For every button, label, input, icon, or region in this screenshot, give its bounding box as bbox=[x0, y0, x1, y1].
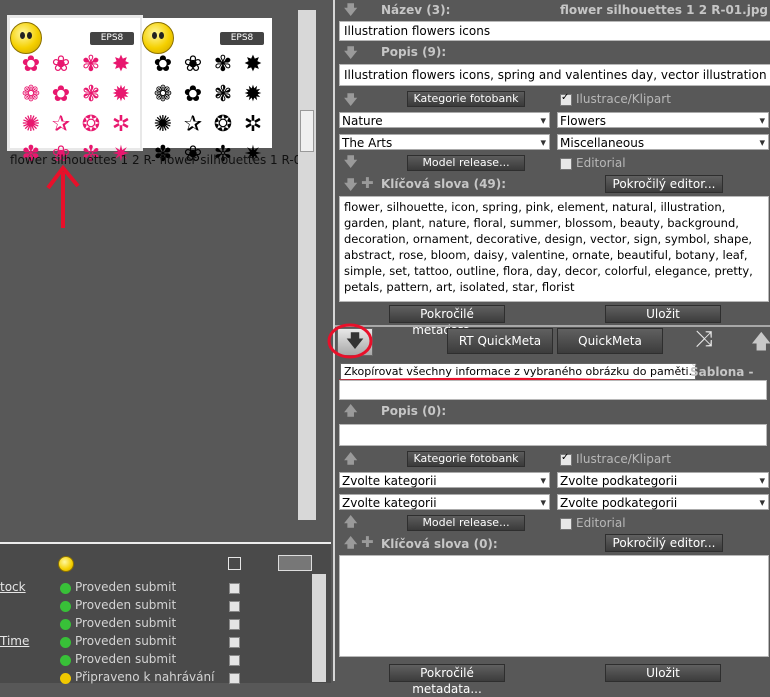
quickmeta-button[interactable]: QuickMeta bbox=[557, 328, 663, 354]
template-category-1-select[interactable]: Zvolte kategorii bbox=[339, 472, 550, 489]
template-model-release-button[interactable]: Model release... bbox=[407, 515, 525, 531]
list-item-status: Proveden submit bbox=[75, 616, 177, 630]
template-category-2-select[interactable]: Zvolte kategorii bbox=[339, 494, 550, 511]
template-editorial-label: Editorial bbox=[576, 516, 626, 530]
template-keywords-label: Klíčová slova (0): bbox=[381, 537, 498, 551]
thumbnail-1[interactable]: EPS8 ✿ ❀ ✾ ✸ ❁ ✿ ❃ ✹ ✺ ✰ ❂ ✲ ✽ ❀ ✼ ✷ bbox=[7, 15, 143, 166]
advanced-metadata-button[interactable]: Pokročilé metadata... bbox=[389, 305, 505, 337]
status-smiley-icon bbox=[58, 556, 74, 572]
title-field[interactable]: Illustration flowers icons bbox=[339, 21, 770, 41]
thumbnail-browser: EPS8 ✿ ❀ ✾ ✸ ❁ ✿ ❃ ✹ ✺ ✰ ❂ ✲ ✽ ❀ ✼ ✷ EPS8 ✿ ❀ ✾ ✸ ❁ ✿ ❃ ✹ … bbox=[0, 0, 331, 538]
arrow-down-icon[interactable]: 🡇 bbox=[344, 44, 357, 66]
status-dot-icon bbox=[60, 673, 71, 684]
subcategory-2-select[interactable]: Miscellaneous bbox=[557, 134, 769, 151]
keywords-label: Klíčová slova (49): bbox=[381, 177, 507, 191]
subcategory-1-select[interactable]: Flowers bbox=[557, 112, 769, 129]
scrollbar-thumb[interactable] bbox=[300, 110, 314, 152]
eps-badge: EPS8 bbox=[90, 32, 134, 45]
template-description-label: Popis (0): bbox=[381, 404, 447, 418]
template-illustration-checkbox[interactable] bbox=[560, 452, 572, 466]
title-label: Název (3): bbox=[381, 3, 451, 17]
list-item-checkbox[interactable] bbox=[229, 583, 240, 594]
list-item-checkbox[interactable] bbox=[229, 637, 240, 648]
editorial-checkbox[interactable] bbox=[560, 158, 572, 170]
save-button[interactable]: Uložit bbox=[605, 305, 721, 323]
status-dot-icon bbox=[60, 655, 71, 666]
description-label: Popis (9): bbox=[381, 45, 447, 59]
model-release-button[interactable]: Model release... bbox=[407, 155, 525, 171]
arrow-down-icon[interactable]: 🡇 bbox=[344, 1, 357, 23]
plus-icon[interactable]: ✚ bbox=[361, 533, 374, 551]
list-item[interactable]: Proveden submit bbox=[0, 616, 310, 634]
category-1-select[interactable]: Nature bbox=[339, 112, 550, 129]
description-field[interactable]: Illustration flowers icons, spring and v… bbox=[339, 64, 770, 86]
list-item-status: Proveden submit bbox=[75, 598, 177, 612]
list-item-status: Proveden submit bbox=[75, 652, 177, 666]
arrow-up-icon[interactable]: 🡅 bbox=[344, 450, 357, 472]
list-item-checkbox[interactable] bbox=[229, 673, 240, 684]
metadata-editor: 🡇 Název (3): flower silhouettes 1 2 R-01… bbox=[327, 0, 770, 696]
list-item[interactable]: Proveden submit bbox=[0, 598, 310, 616]
status-dot-icon bbox=[60, 601, 71, 612]
select-all-checkbox[interactable] bbox=[228, 557, 241, 570]
keywords-textarea[interactable]: flower, silhouette, icon, spring, pink, … bbox=[339, 196, 769, 302]
list-item[interactable]: tock Proveden submit bbox=[0, 580, 310, 598]
list-item-status: Připraveno k nahrávání bbox=[75, 670, 215, 684]
template-subcategory-2-select[interactable]: Zvolte podkategorii bbox=[557, 494, 769, 511]
upload-status-list: tock Proveden submit Proveden submit Pro… bbox=[0, 542, 331, 684]
arrow-up-icon[interactable]: 🡅 bbox=[344, 402, 357, 424]
status-dot-icon bbox=[60, 619, 71, 630]
arrow-up-icon[interactable]: 🡅 bbox=[344, 534, 357, 556]
template-stock-categories-button[interactable]: Kategorie fotobank bbox=[407, 451, 525, 467]
template-advanced-metadata-button[interactable]: Pokročilé metadata... bbox=[389, 664, 505, 696]
rt-quickmeta-button[interactable]: RT QuickMeta bbox=[447, 328, 553, 354]
advanced-editor-button[interactable]: Pokročilý editor... bbox=[605, 175, 723, 193]
list-item[interactable]: Time Proveden submit bbox=[0, 634, 310, 652]
editorial-label: Editorial bbox=[576, 156, 626, 170]
illustration-checkbox[interactable] bbox=[560, 92, 572, 106]
list-item-name[interactable]: tock bbox=[0, 580, 26, 594]
template-editorial-checkbox[interactable] bbox=[560, 518, 572, 530]
eps-badge: EPS8 bbox=[220, 32, 264, 45]
status-dot-icon bbox=[60, 583, 71, 594]
arrow-up-icon[interactable]: 🡅 bbox=[344, 513, 357, 535]
status-dot-icon bbox=[60, 637, 71, 648]
list-item-name[interactable]: Time bbox=[0, 634, 29, 648]
template-description-field[interactable] bbox=[339, 424, 767, 446]
vertical-scrollbar[interactable] bbox=[298, 10, 316, 520]
filename-label: flower silhouettes 1 2 R-01.jpg bbox=[559, 3, 768, 17]
list-item-checkbox[interactable] bbox=[229, 601, 240, 612]
arrow-down-icon[interactable]: 🡇 bbox=[344, 176, 357, 198]
template-keywords-textarea[interactable] bbox=[339, 555, 769, 657]
list-item-checkbox[interactable] bbox=[229, 655, 240, 666]
list-item-checkbox[interactable] bbox=[229, 619, 240, 630]
illustration-label: Ilustrace/Klipart bbox=[576, 92, 671, 106]
list-scrollbar[interactable] bbox=[312, 574, 326, 682]
arrow-up-icon[interactable]: 🡅 bbox=[751, 327, 770, 361]
plus-icon[interactable]: ✚ bbox=[361, 174, 374, 192]
template-illustration-label: Ilustrace/Klipart bbox=[576, 452, 671, 466]
template-subcategory-1-select[interactable]: Zvolte podkategorii bbox=[557, 472, 769, 489]
arrow-down-icon[interactable]: 🡇 bbox=[344, 153, 357, 175]
list-item-status: Proveden submit bbox=[75, 580, 177, 594]
template-save-button[interactable]: Uložit bbox=[605, 664, 721, 682]
flower-icons-preview: ✿ ❀ ✾ ✸ ❁ ✿ ❃ ✹ ✺ ✰ ❂ ✲ ✽ ❀ ✼ ✷ bbox=[153, 52, 263, 167]
annotation-circle-icon bbox=[327, 323, 373, 359]
stock-categories-button[interactable]: Kategorie fotobank bbox=[407, 91, 525, 107]
flower-icons-preview: ✿ ❀ ✾ ✸ ❁ ✿ ❃ ✹ ✺ ✰ ❂ ✲ ✽ ❀ ✼ ✷ bbox=[21, 52, 131, 167]
swap-icon[interactable]: ⤨ bbox=[695, 327, 713, 352]
category-2-select[interactable]: The Arts bbox=[339, 134, 550, 151]
list-item[interactable]: Proveden submit bbox=[0, 652, 310, 670]
template-title-field[interactable] bbox=[339, 380, 767, 400]
thumbnail-2[interactable]: EPS8 ✿ ❀ ✾ ✸ ❁ ✿ ❃ ✹ ✺ ✰ ❂ ✲ ✽ ❀ ✼ ✷ bbox=[142, 18, 272, 166]
list-item[interactable]: Připraveno k nahrávání bbox=[0, 670, 310, 688]
list-item-status: Proveden submit bbox=[75, 634, 177, 648]
arrow-down-icon[interactable]: 🡇 bbox=[344, 91, 357, 113]
filter-field[interactable] bbox=[278, 555, 312, 571]
annotation-arrow-icon bbox=[46, 164, 80, 228]
template-advanced-editor-button[interactable]: Pokročilý editor... bbox=[605, 534, 723, 552]
